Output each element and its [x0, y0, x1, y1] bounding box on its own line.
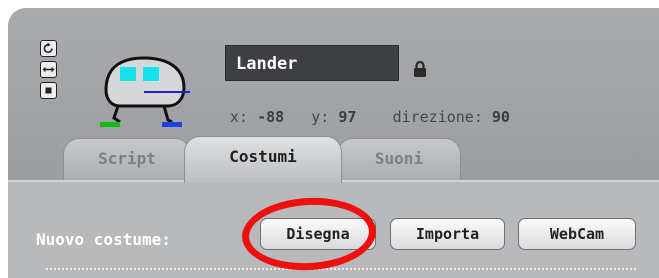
sprite-thumbnail[interactable] [92, 40, 202, 136]
direction-value: 90 [491, 108, 510, 126]
sprite-name-field[interactable]: Lander [225, 45, 399, 81]
rotate-icon[interactable] [40, 40, 57, 57]
import-button[interactable]: Importa [390, 218, 505, 250]
costume-list-divider [46, 268, 638, 270]
left-right-icon[interactable] [40, 61, 57, 78]
tab-script[interactable]: Script [63, 138, 191, 182]
y-label: y: [311, 108, 330, 126]
tab-costumes[interactable]: Costumi [184, 136, 342, 183]
webcam-button[interactable]: WebCam [518, 218, 636, 250]
new-costume-label: Nuovo costume: [36, 230, 171, 249]
lock-icon[interactable] [413, 60, 427, 78]
x-label: x: [230, 108, 249, 126]
direction-label: direzione: [392, 108, 483, 126]
costumes-pane: Nuovo costume: Disegna Importa WebCam [8, 180, 659, 278]
x-value: -88 [257, 108, 285, 126]
paint-button[interactable]: Disegna [260, 218, 376, 250]
no-rotate-icon[interactable] [40, 82, 57, 99]
sprite-info-header: Lander x: -88 y: 97 direzione: 90 Script… [8, 8, 659, 183]
y-value: 97 [338, 108, 357, 126]
tab-sounds[interactable]: Suoni [337, 138, 461, 182]
sprite-panel: Lander x: -88 y: 97 direzione: 90 Script… [8, 8, 659, 278]
sprite-position-readout: x: -88 y: 97 direzione: 90 [230, 108, 510, 126]
